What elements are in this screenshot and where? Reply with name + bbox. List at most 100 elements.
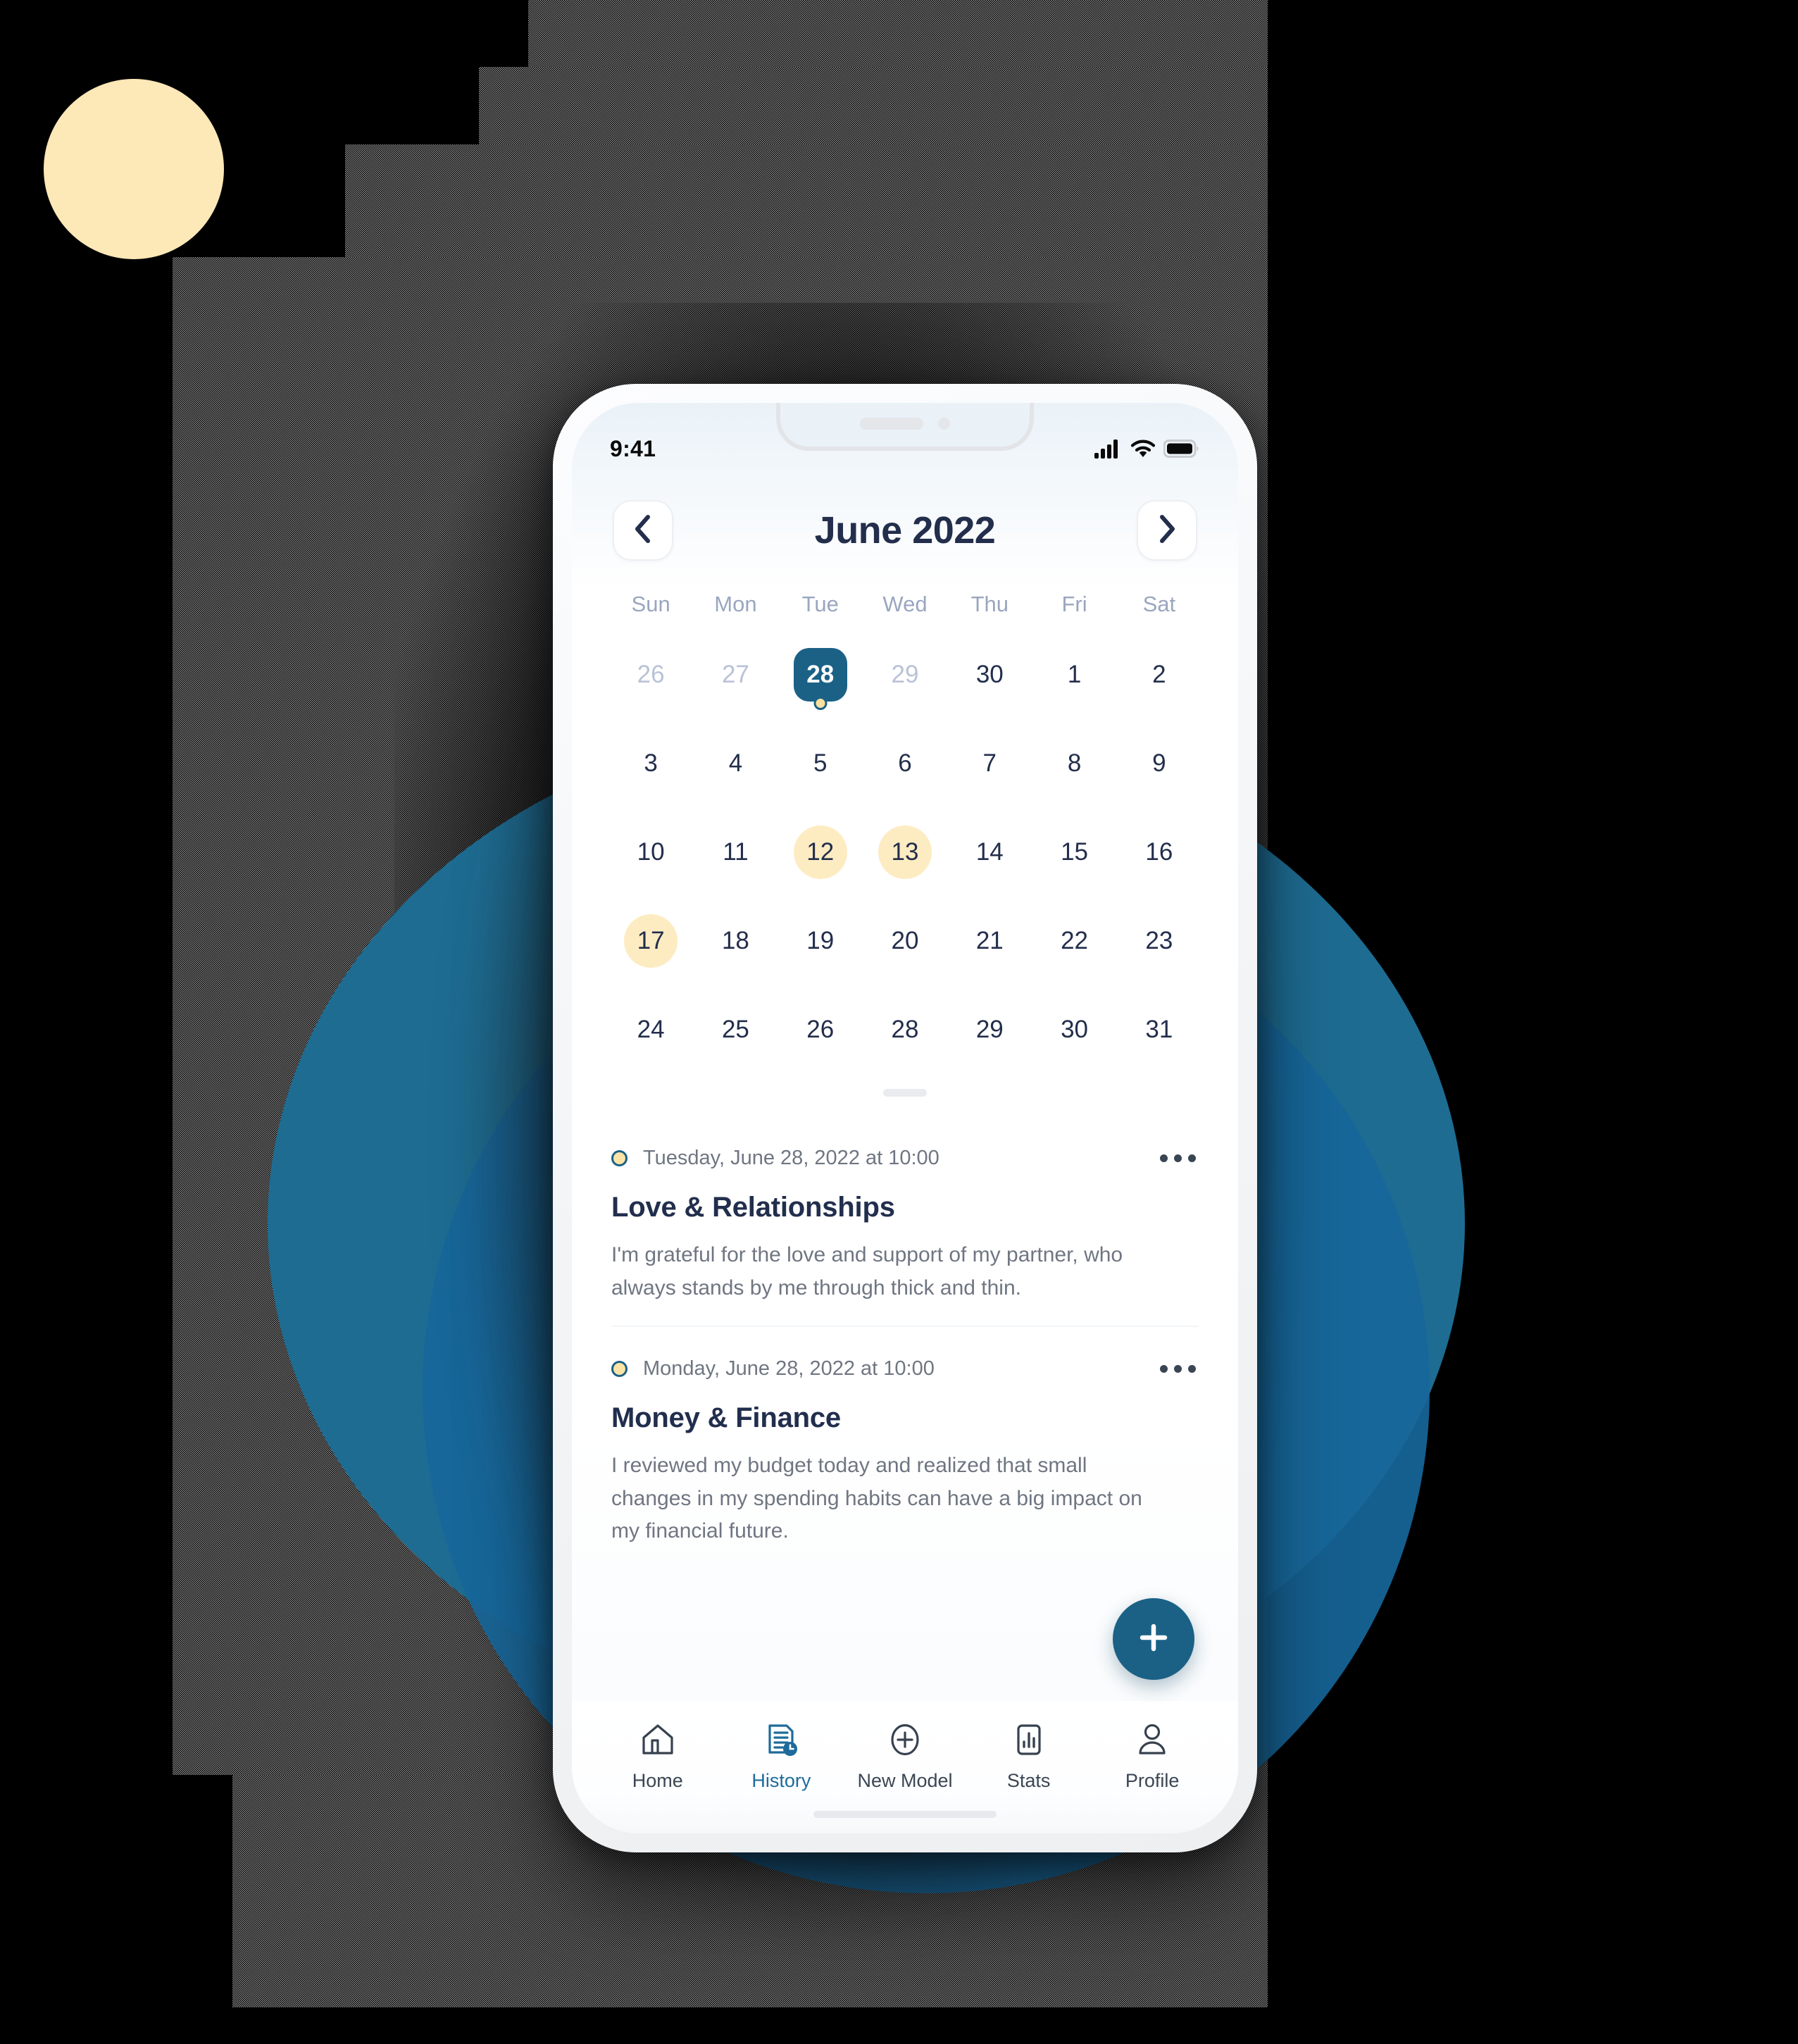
earpiece-speaker — [860, 417, 923, 430]
calendar-day-cell[interactable]: 8 — [1032, 723, 1116, 804]
calendar-day-number: 7 — [982, 749, 997, 777]
calendar-day-cell[interactable]: 29 — [863, 634, 947, 716]
noise-block-3 — [345, 144, 1268, 257]
calendar-day-cell[interactable]: 12 — [778, 811, 863, 893]
calendar-day-cell[interactable]: 10 — [608, 811, 693, 893]
calendar-day-number: 25 — [721, 1016, 749, 1043]
calendar-day-cell[interactable]: 15 — [1032, 811, 1116, 893]
calendar-day-cell[interactable]: 23 — [1117, 900, 1201, 982]
weekday-header-row: Sun Mon Tue Wed Thu Fri Sat — [608, 592, 1201, 617]
nav-item-profile[interactable]: Profile — [1096, 1719, 1209, 1792]
calendar-day-grid[interactable]: 26 27 28 29 30 1 2 3 4 5 6 7 8 9 10 11 12 13 14 15 16 17 18 19 2… — [608, 634, 1201, 1071]
nav-label-new-model: New Model — [857, 1770, 953, 1791]
entry-card[interactable]: Monday, June 28, 2022 at 10:00 Money & Fi… — [611, 1326, 1199, 1569]
calendar-day-number: 11 — [723, 838, 749, 866]
home-indicator — [813, 1811, 997, 1818]
status-bar: 9:41 — [572, 403, 1238, 468]
calendar-day-number: 22 — [1061, 927, 1089, 954]
status-bar-icons — [1094, 439, 1200, 462]
calendar-day-cell[interactable]: 26 — [608, 634, 693, 716]
noise-block-1 — [528, 0, 1268, 67]
nav-item-home[interactable]: Home — [601, 1719, 714, 1792]
calendar-day-number: 10 — [637, 838, 665, 866]
entry-date: Tuesday, June 28, 2022 at 10:00 — [643, 1147, 939, 1169]
calendar-day-cell[interactable]: 2 — [1117, 634, 1201, 716]
calendar-day-number: 26 — [806, 1016, 835, 1043]
phone-screen: 9:41 June 2022 Sun Mon Tue Wed Thu Fri S… — [572, 403, 1238, 1833]
calendar-day-cell[interactable]: 21 — [947, 900, 1032, 982]
calendar-day-number: 14 — [975, 838, 1004, 866]
add-entry-fab[interactable] — [1113, 1598, 1194, 1680]
calendar-day-number: 20 — [891, 927, 919, 954]
calendar-day-number: 3 — [644, 749, 658, 777]
calendar-day-cell[interactable]: 31 — [1117, 989, 1201, 1071]
nav-label-history: History — [751, 1770, 811, 1791]
nav-item-new-model[interactable]: New Model — [849, 1719, 961, 1792]
calendar-day-cell[interactable]: 13 — [863, 811, 947, 893]
calendar-day-number: 30 — [1061, 1016, 1089, 1043]
page-title: June 2022 — [814, 509, 996, 551]
calendar-day-cell[interactable]: 4 — [693, 723, 778, 804]
phone-device-frame: 9:41 June 2022 Sun Mon Tue Wed Thu Fri S… — [553, 384, 1257, 1852]
calendar-day-cell[interactable]: 26 — [778, 989, 863, 1071]
calendar-day-cell[interactable]: 18 — [693, 900, 778, 982]
calendar-day-cell[interactable]: 22 — [1032, 900, 1116, 982]
calendar-day-cell[interactable]: 14 — [947, 811, 1032, 893]
front-camera-icon — [938, 417, 950, 430]
calendar-day-cell[interactable]: 16 — [1117, 811, 1201, 893]
calendar-body: Sun Mon Tue Wed Thu Fri Sat 26 27 28 29 30 1 2 3 4 5 6 7 8… — [572, 561, 1238, 1097]
sheet-drag-handle[interactable] — [883, 1089, 927, 1097]
entry-card[interactable]: Tuesday, June 28, 2022 at 10:00 Love & Re… — [611, 1128, 1199, 1326]
calendar-day-cell[interactable]: 29 — [947, 989, 1032, 1071]
wifi-icon — [1130, 439, 1156, 462]
next-month-button[interactable] — [1136, 500, 1197, 561]
calendar-day-cell[interactable]: 11 — [693, 811, 778, 893]
prev-month-button[interactable] — [613, 500, 673, 561]
chevron-right-icon — [1157, 514, 1177, 547]
calendar-day-cell[interactable]: 30 — [947, 634, 1032, 716]
calendar-day-cell[interactable]: 3 — [608, 723, 693, 804]
entry-date: Monday, June 28, 2022 at 10:00 — [643, 1357, 935, 1380]
nav-label-profile: Profile — [1125, 1770, 1180, 1791]
weekday-label-fri: Fri — [1061, 592, 1087, 616]
weekday-label-sat: Sat — [1142, 592, 1176, 616]
calendar-day-cell[interactable]: 28 — [778, 634, 863, 716]
entry-title: Money & Finance — [611, 1402, 841, 1433]
calendar-day-cell[interactable]: 30 — [1032, 989, 1116, 1071]
calendar-day-cell[interactable]: 7 — [947, 723, 1032, 804]
nav-item-stats[interactable]: Stats — [973, 1719, 1085, 1792]
weekday-label-sun: Sun — [631, 592, 670, 616]
calendar-day-number: 1 — [1067, 661, 1082, 688]
calendar-day-number: 13 — [878, 825, 932, 879]
calendar-day-number: 29 — [975, 1016, 1004, 1043]
calendar-day-number: 23 — [1145, 927, 1173, 954]
calendar-day-number: 29 — [891, 661, 919, 688]
entry-header: Tuesday, June 28, 2022 at 10:00 — [611, 1146, 1199, 1171]
calendar-day-cell[interactable]: 28 — [863, 989, 947, 1071]
yellow-decor-circle — [44, 79, 224, 259]
calendar-day-number: 26 — [637, 661, 665, 688]
calendar-day-cell[interactable]: 6 — [863, 723, 947, 804]
calendar-header: June 2022 — [572, 468, 1238, 561]
calendar-day-number: 27 — [721, 661, 749, 688]
more-horizontal-icon[interactable] — [1157, 1146, 1199, 1171]
poster-canvas: 9:41 June 2022 Sun Mon Tue Wed Thu Fri S… — [0, 0, 1798, 2044]
calendar-day-cell[interactable]: 24 — [608, 989, 693, 1071]
more-horizontal-icon[interactable] — [1157, 1357, 1199, 1381]
calendar-day-number: 28 — [793, 648, 847, 702]
nav-item-history[interactable]: History — [725, 1719, 837, 1792]
entry-header: Monday, June 28, 2022 at 10:00 — [611, 1357, 1199, 1381]
noise-block-2 — [479, 67, 1268, 144]
calendar-day-cell[interactable]: 20 — [863, 900, 947, 982]
calendar-day-cell[interactable]: 17 — [608, 900, 693, 982]
calendar-day-number: 2 — [1152, 661, 1166, 688]
status-bar-time: 9:41 — [610, 436, 656, 461]
calendar-day-cell[interactable]: 9 — [1117, 723, 1201, 804]
calendar-day-cell[interactable]: 19 — [778, 900, 863, 982]
calendar-day-cell[interactable]: 25 — [693, 989, 778, 1071]
calendar-day-cell[interactable]: 27 — [693, 634, 778, 716]
entry-meta: Tuesday, June 28, 2022 at 10:00 — [611, 1147, 939, 1170]
calendar-day-cell[interactable]: 1 — [1032, 634, 1116, 716]
plus-circle-icon — [885, 1719, 925, 1760]
calendar-day-cell[interactable]: 5 — [778, 723, 863, 804]
